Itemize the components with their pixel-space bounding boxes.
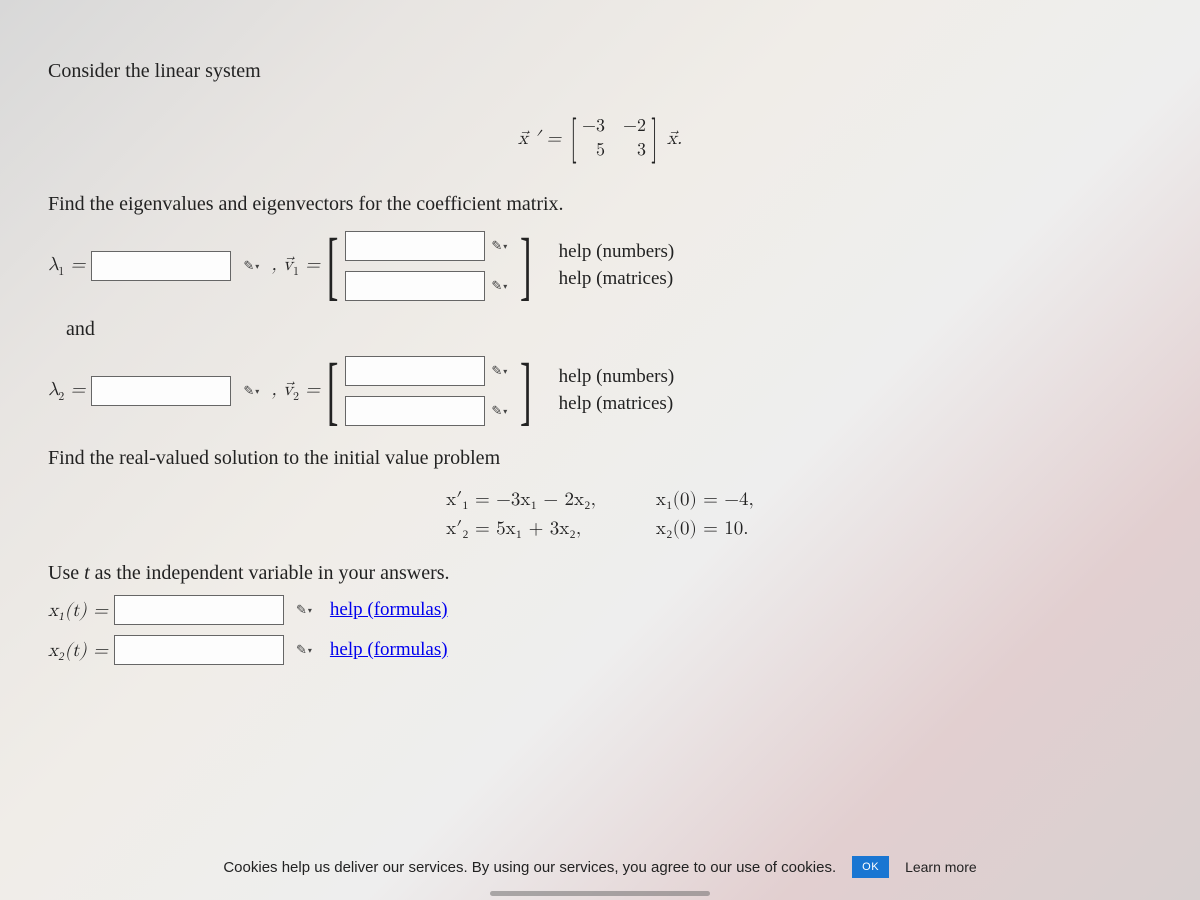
pencil-icon[interactable]: ✎▾ (237, 252, 265, 280)
x1-solution-row: x₁(t) = ✎▾ help (formulas) (48, 595, 1152, 625)
m10: 5 (582, 139, 605, 161)
v1-label: , v⃗1 = (271, 253, 320, 279)
ivp-ic1: x₁(0) = −4, (656, 488, 754, 511)
pencil-icon[interactable]: ✎▾ (485, 272, 513, 300)
help-formulas-link[interactable]: help (formulas) (330, 639, 448, 661)
pencil-icon[interactable]: ✎▾ (485, 397, 513, 425)
cookie-learn-more-link[interactable]: Learn more (905, 859, 977, 875)
help-formulas-link[interactable]: help (formulas) (330, 599, 448, 621)
cookie-bar: Cookies help us deliver our services. By… (0, 856, 1200, 878)
pencil-icon[interactable]: ✎▾ (290, 636, 318, 664)
bracket-left: [ (327, 228, 338, 304)
scroll-indicator (490, 891, 710, 896)
pencil-icon[interactable]: ✎▾ (485, 357, 513, 385)
v2-label: , v⃗2 = (271, 378, 320, 404)
x1t-label: x₁(t) = (48, 599, 108, 622)
bracket-right: ] (520, 228, 531, 304)
help-numbers-link[interactable]: help (numbers) (559, 241, 675, 262)
and-text: and (66, 318, 1152, 341)
help-numbers-link[interactable]: help (numbers) (559, 366, 675, 387)
cookie-text: Cookies help us deliver our services. By… (223, 859, 836, 876)
x1t-input[interactable] (114, 595, 284, 625)
lambda2-input[interactable] (91, 376, 231, 406)
v2-bottom-input[interactable] (345, 396, 485, 426)
ivp-eq1: x′₁ = −3x₁ − 2x₂, (446, 488, 596, 511)
v1-top-input[interactable] (345, 231, 485, 261)
m00: −3 (582, 115, 605, 137)
intro-text: Consider the linear system (48, 60, 1152, 83)
m11: 3 (623, 139, 646, 161)
bracket-right: ] (520, 353, 531, 429)
x2t-input[interactable] (114, 635, 284, 665)
task2-text: Find the real-valued solution to the ini… (48, 447, 1152, 470)
help-matrices-link[interactable]: help (matrices) (559, 393, 673, 414)
ivp-equations: x′₁ = −3x₁ − 2x₂, x₁(0) = −4, x′₂ = 5x₁ … (48, 488, 1152, 540)
cookie-ok-button[interactable]: OK (852, 856, 889, 878)
rhs: x⃗. (667, 127, 682, 150)
pencil-icon[interactable]: ✎▾ (485, 232, 513, 260)
pencil-icon[interactable]: ✎▾ (237, 377, 265, 405)
lambda1-label: λ1 = (48, 253, 85, 279)
eigen-row-2: λ2 = ✎▾ , v⃗2 = [ ✎▾ ✎▾ ] help (numbers)… (48, 353, 1152, 429)
ivp-ic2: x₂(0) = 10. (656, 517, 754, 540)
m01: −2 (623, 115, 646, 137)
ivp-eq2: x′₂ = 5x₁ + 3x₂, (446, 517, 596, 540)
x2-solution-row: x₂(t) = ✎▾ help (formulas) (48, 635, 1152, 665)
lambda2-label: λ2 = (48, 378, 85, 404)
bracket-left: [ (327, 353, 338, 429)
lhs: x⃗ ′ = (518, 127, 561, 150)
eigen-row-1: λ1 = ✎▾ , v⃗1 = [ ✎▾ ✎▾ ] help (numbers)… (48, 228, 1152, 304)
lambda1-input[interactable] (91, 251, 231, 281)
task3-text: Use t as the independent variable in you… (48, 562, 1152, 585)
system-equation: x⃗ ′ = [ −3 −2 5 3 ] x⃗. (48, 113, 1152, 163)
x2t-label: x₂(t) = (48, 639, 108, 662)
task1-text: Find the eigenvalues and eigenvectors fo… (48, 193, 1152, 216)
help-matrices-link[interactable]: help (matrices) (559, 268, 673, 289)
v2-top-input[interactable] (345, 356, 485, 386)
coefficient-matrix: [ −3 −2 5 3 ] (567, 113, 661, 163)
pencil-icon[interactable]: ✎▾ (290, 596, 318, 624)
v1-bottom-input[interactable] (345, 271, 485, 301)
